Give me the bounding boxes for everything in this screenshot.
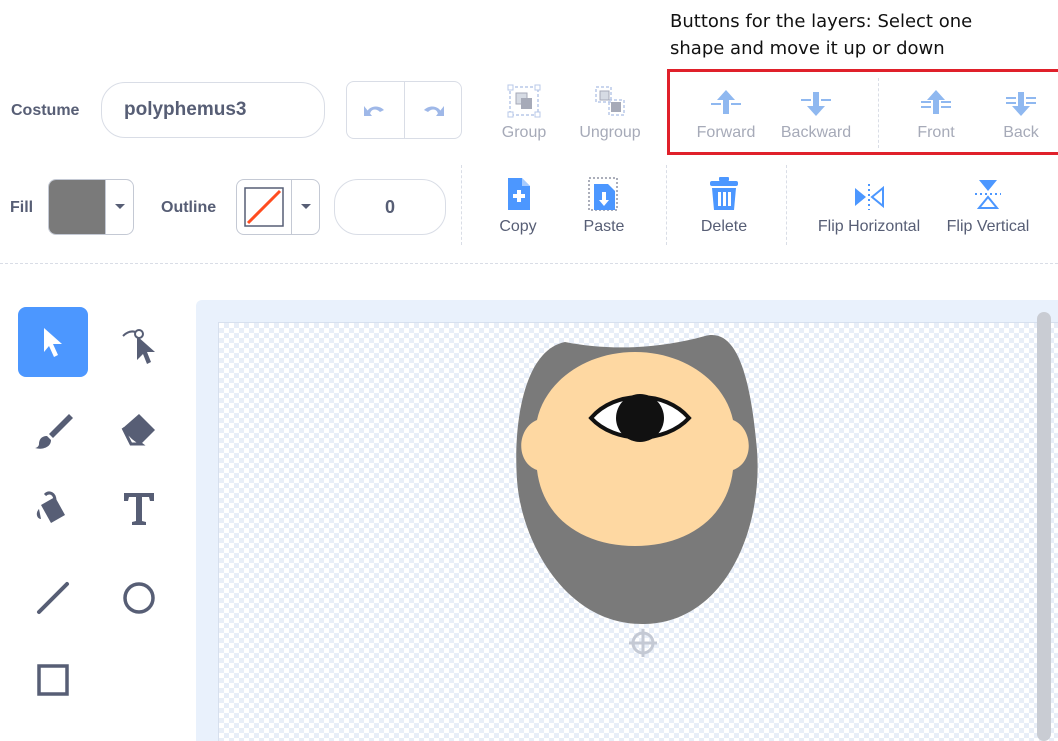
outline-dropdown-arrow[interactable]	[291, 180, 319, 234]
back-button[interactable]: Back	[992, 78, 1050, 142]
eraser-tool[interactable]	[104, 395, 174, 465]
outline-width-input[interactable]: 0	[334, 179, 446, 235]
front-icon	[921, 90, 951, 114]
eraser-icon	[121, 414, 155, 446]
circle-icon	[123, 582, 155, 614]
row2-separator-2	[666, 165, 667, 245]
forward-icon	[711, 90, 741, 114]
arrow-icon	[44, 328, 62, 357]
costume-name-input[interactable]: polyphemus3	[101, 82, 325, 138]
outline-color-picker[interactable]	[236, 179, 320, 235]
back-icon	[1006, 92, 1036, 116]
delete-label: Delete	[700, 218, 748, 235]
forward-label: Forward	[696, 124, 756, 141]
annotation-line-1: Buttons for the layers: Select one	[670, 11, 973, 32]
brush-icon	[35, 414, 73, 449]
forward-button[interactable]: Forward	[690, 78, 762, 142]
rectangle-tool[interactable]	[18, 645, 88, 715]
ungroup-icon	[595, 86, 625, 116]
backward-button[interactable]: Backward	[776, 78, 856, 142]
flip-vertical-button[interactable]: Flip Vertical	[940, 172, 1036, 236]
paste-icon	[588, 177, 618, 211]
flip-vertical-label: Flip Vertical	[946, 218, 1030, 235]
annotation-line-2: shape and move it up or down	[670, 38, 945, 59]
row2-separator-3	[786, 165, 787, 245]
copy-button[interactable]: Copy	[490, 172, 546, 236]
outline-swatch	[237, 180, 291, 234]
undo-button[interactable]	[347, 82, 404, 138]
reshape-icon	[122, 329, 155, 364]
flip-horizontal-label: Flip Horizontal	[817, 218, 921, 235]
layer-separator	[878, 78, 879, 148]
reshape-tool[interactable]	[104, 307, 174, 377]
text-icon	[124, 493, 154, 525]
fill-swatch	[49, 180, 105, 234]
front-button[interactable]: Front	[906, 78, 966, 142]
costume-name-value: polyphemus3	[124, 99, 247, 120]
ungroup-button[interactable]: Ungroup	[572, 78, 648, 142]
group-button[interactable]: Group	[494, 78, 554, 142]
rectangle-icon	[37, 664, 69, 696]
undo-icon	[364, 106, 385, 116]
outline-width-value: 0	[384, 196, 395, 217]
fill-tool[interactable]	[18, 474, 88, 544]
paste-button[interactable]: Paste	[576, 172, 632, 236]
text-tool[interactable]	[104, 474, 174, 544]
back-label: Back	[1003, 124, 1039, 141]
redo-button[interactable]	[403, 82, 462, 138]
flip-horizontal-icon	[855, 184, 884, 210]
paste-label: Paste	[583, 218, 625, 235]
trash-icon	[710, 177, 738, 210]
ungroup-label: Ungroup	[579, 124, 641, 141]
costume-center-crosshair	[629, 629, 657, 657]
line-tool[interactable]	[18, 563, 88, 633]
chevron-down-icon	[114, 204, 125, 209]
flip-horizontal-button[interactable]: Flip Horizontal	[810, 172, 928, 236]
backward-icon	[801, 92, 831, 116]
costume-label: Costume	[11, 102, 80, 119]
canvas-scrollbar[interactable]	[1037, 312, 1051, 741]
undo-redo-group	[346, 81, 462, 139]
fill-label: Fill	[10, 199, 34, 216]
fill-bucket-icon	[36, 491, 65, 523]
flip-vertical-icon	[975, 180, 1001, 209]
costume-drawing[interactable]	[505, 330, 765, 660]
annotation-note: Buttons for the layers: Select one shape…	[670, 8, 1050, 62]
toolbar-divider	[0, 263, 1058, 264]
copy-label: Copy	[499, 218, 537, 235]
fill-color-picker[interactable]	[48, 179, 134, 235]
backward-label: Backward	[780, 124, 852, 141]
circle-tool[interactable]	[104, 563, 174, 633]
group-label: Group	[501, 124, 547, 141]
brush-tool[interactable]	[18, 395, 88, 465]
delete-button[interactable]: Delete	[694, 172, 754, 236]
row2-separator-1	[461, 165, 462, 245]
redo-icon	[423, 106, 444, 116]
select-tool[interactable]	[18, 307, 88, 377]
line-icon	[37, 582, 69, 614]
outline-label: Outline	[161, 199, 217, 216]
no-color-icon	[244, 187, 284, 227]
front-label: Front	[917, 124, 955, 141]
fill-dropdown-arrow[interactable]	[105, 180, 133, 234]
chevron-down-icon	[300, 204, 311, 209]
copy-icon	[508, 178, 530, 210]
pupil-shape[interactable]	[616, 394, 664, 442]
group-icon	[507, 84, 541, 118]
